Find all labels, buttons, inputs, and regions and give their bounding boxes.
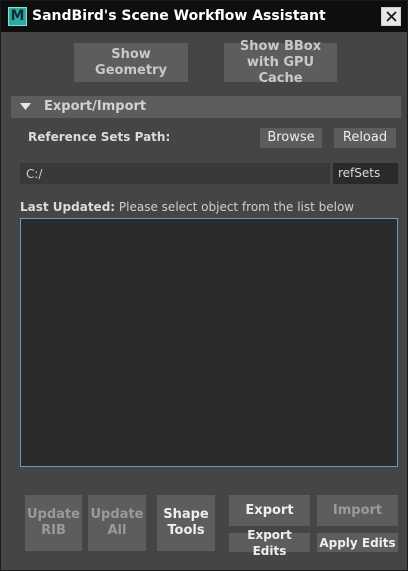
export-button[interactable]: Export bbox=[229, 495, 310, 526]
last-updated-message: Please select object from the list below bbox=[118, 200, 355, 214]
update-rib-button[interactable]: Update RIB bbox=[25, 495, 82, 551]
show-geometry-button[interactable]: Show Geometry bbox=[74, 43, 188, 82]
last-updated-line: Last Updated: Please select object from … bbox=[20, 200, 354, 214]
close-icon bbox=[386, 11, 397, 22]
apply-edits-button[interactable]: Apply Edits bbox=[317, 533, 398, 552]
shape-tools-button[interactable]: Shape Tools bbox=[157, 495, 215, 551]
update-all-button[interactable]: Update All bbox=[88, 495, 146, 551]
collapse-arrow-icon bbox=[20, 103, 31, 110]
export-import-section-header[interactable]: Export/Import bbox=[11, 96, 401, 118]
close-button[interactable] bbox=[381, 7, 401, 26]
section-title: Export/Import bbox=[44, 99, 147, 114]
maya-app-icon: M bbox=[8, 7, 27, 26]
title-bar[interactable]: M SandBird's Scene Workflow Assistant bbox=[1, 1, 407, 32]
last-updated-label: Last Updated: bbox=[20, 200, 116, 214]
object-list[interactable] bbox=[20, 218, 398, 467]
reference-sets-path-label: Reference Sets Path: bbox=[28, 130, 171, 144]
import-button[interactable]: Import bbox=[317, 495, 398, 526]
reload-button[interactable]: Reload bbox=[334, 128, 396, 148]
browse-button[interactable]: Browse bbox=[260, 128, 322, 148]
reference-path-input[interactable] bbox=[20, 163, 330, 184]
export-edits-button[interactable]: Export Edits bbox=[229, 528, 310, 558]
refsets-field[interactable]: refSets bbox=[333, 163, 398, 184]
show-bbox-gpu-cache-button[interactable]: Show BBox with GPU Cache bbox=[224, 39, 337, 86]
window-title: SandBird's Scene Workflow Assistant bbox=[32, 8, 326, 24]
workflow-assistant-window: M SandBird's Scene Workflow Assistant Sh… bbox=[0, 0, 408, 571]
